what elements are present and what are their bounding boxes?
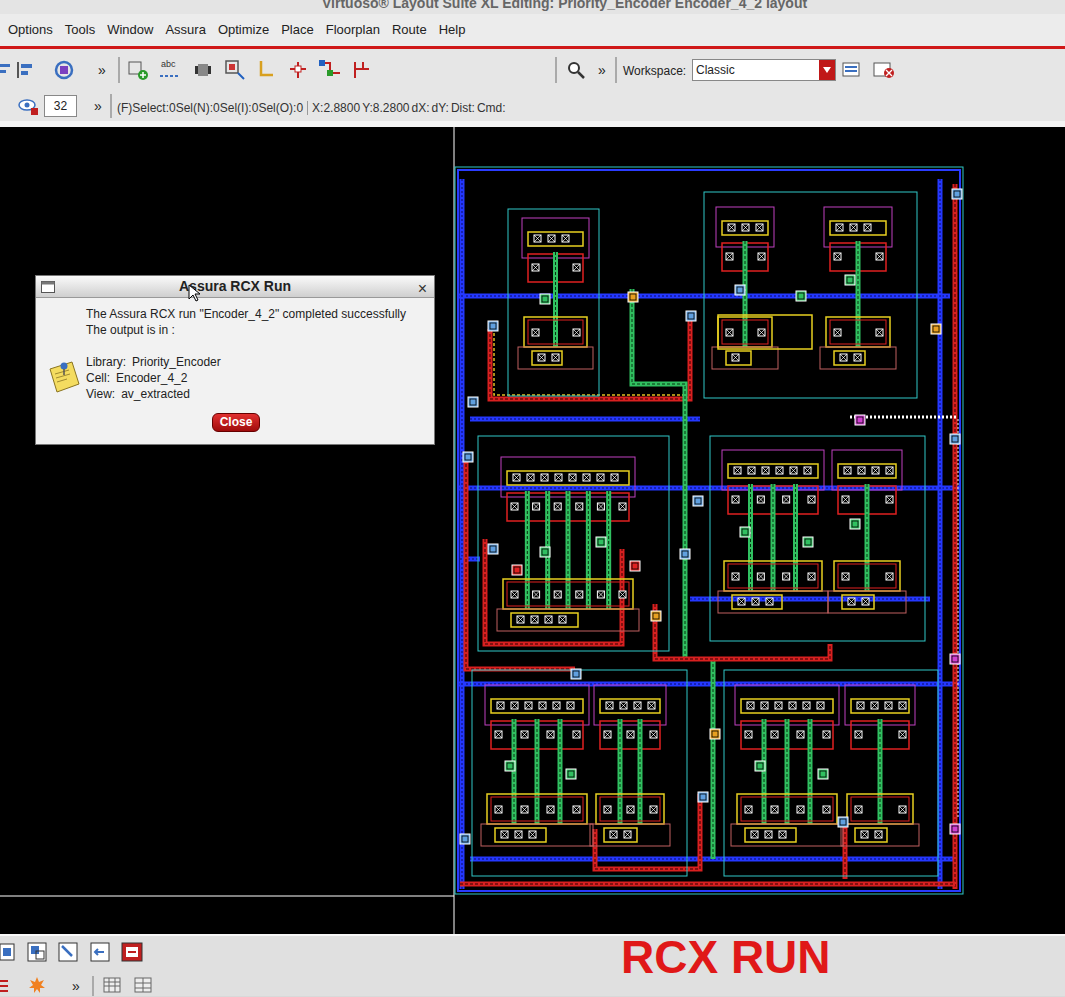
dialog-title: Assura RCX Run [36,276,434,297]
window-title: Virtuoso® Layout Suite XL Editing: Prior… [322,0,1065,10]
distribute-icon[interactable] [16,61,34,79]
output-field: Cell: Encoder_4_2 [86,370,406,386]
selection-count: Sel(N):0 [176,99,220,117]
descend-icon[interactable] [58,942,78,962]
menu-bar: Options Tools Window Assura Optimize Place Flo… [0,14,1065,46]
menu-item[interactable]: Help [438,20,467,40]
message-lines: The Assura RCX run "Encoder_4_2" complet… [86,306,406,338]
coordinate-value: X:2.8800 [312,99,360,117]
wire-icon[interactable] [287,59,309,81]
create-instance-icon[interactable] [127,59,149,81]
selection-status: (F)Select:0Sel(N):0Sel(I):0Sel(O):0 [117,99,303,117]
selection-count: Sel(O):0 [258,99,303,117]
pin-icon[interactable] [192,60,214,80]
mouse-cursor-icon [188,284,200,302]
search-icon[interactable] [567,61,585,79]
coordinate-value: Cmd: [477,99,506,117]
message-line: The Assura RCX run "Encoder_4_2" complet… [86,306,406,322]
menu-item[interactable]: Tools [64,20,96,40]
separator [615,57,617,83]
checklist-icon[interactable] [0,977,10,995]
dialog-body: The Assura RCX run "Encoder_4_2" complet… [36,298,434,444]
field-value: Encoder_4_2 [116,370,187,386]
menu-item[interactable]: Route [391,20,428,40]
status-text: (F)Select:0Sel(N):0Sel(I):0Sel(O):0 X:2.… [117,99,508,117]
separator [118,57,120,83]
output-fields: Library: Priority_Encoder Cell: Encoder_4_2… [86,354,406,402]
overflow-button[interactable]: » [98,60,106,81]
label-underline-icon [160,73,180,79]
router-icon[interactable] [351,59,373,81]
status-toolbar: 32 » (F)Select:0Sel(N):0Sel(I):0Sel(O):0… [0,91,1065,121]
caption-overlay: RCX RUN [621,932,831,982]
field-label: Cell: [86,370,110,386]
hierarchy-icon[interactable] [27,942,47,962]
marker-icon[interactable] [28,976,46,994]
workspace-dropdown[interactable]: Classic [692,59,836,81]
separator [110,94,112,118]
bottom-bar: » RCX RUN [0,934,1065,996]
note-icon [47,359,81,395]
field-value: Priority_Encoder [132,354,221,370]
message-line: The output is in : [86,322,406,338]
tool-icon[interactable] [0,942,16,962]
title-bar: Virtuoso® Layout Suite XL Editing: Prior… [0,0,1065,14]
layout-canvas[interactable]: Assura RCX Run × The Assura RCX run "Enc… [0,127,1065,934]
label-icon[interactable]: abc [161,58,176,72]
workspace-label: Workspace: [623,62,686,80]
grid-icon[interactable] [103,977,121,993]
align-icon[interactable] [0,62,12,78]
return-icon[interactable] [90,942,110,962]
coordinate-value: dX: [412,99,430,117]
menu-item[interactable]: Options [7,20,54,40]
menu-item[interactable]: Floorplan [325,20,381,40]
save-workspace-icon[interactable] [842,61,862,79]
close-icon[interactable]: × [418,277,427,301]
rcx-dialog: Assura RCX Run × The Assura RCX run "Enc… [35,275,435,445]
zoom-field[interactable]: 32 [44,95,77,117]
selection-count: Sel(I):0 [220,99,259,117]
dropdown-arrow-icon[interactable] [819,60,835,80]
delete-workspace-icon[interactable] [873,61,895,79]
menu-item[interactable]: Assura [164,20,206,40]
output-field: View: av_extracted [86,386,406,402]
separator [555,57,557,83]
path-icon[interactable] [257,59,277,81]
overflow-button[interactable]: » [598,60,606,81]
coordinate-value: Dist: [451,99,475,117]
field-label: View: [86,386,115,402]
close-button[interactable]: Close [212,413,260,432]
coordinate-value: dY: [432,99,449,117]
workspace-value: Classic [693,61,819,79]
selection-count: (F)Select:0 [117,99,176,117]
coordinate-status: X:2.8800Y:8.2800dX:dY:Dist:Cmd: [312,99,507,117]
refresh-icon[interactable] [54,60,74,80]
separator [92,976,94,996]
overflow-button[interactable]: » [72,976,80,997]
dialog-title-bar[interactable]: Assura RCX Run × [36,276,434,298]
table-icon[interactable] [134,977,152,993]
edit-in-place-icon[interactable] [121,942,143,962]
output-field: Library: Priority_Encoder [86,354,406,370]
window-menu-icon[interactable] [41,281,55,293]
field-value: av_extracted [121,386,190,402]
separator [307,101,308,115]
coordinate-value: Y:8.2800 [362,99,409,117]
layout-drawing[interactable] [0,127,1065,934]
menu-item[interactable]: Window [106,20,154,40]
toolbar: » abc » Workspace: Classic [0,49,1065,91]
route-icon[interactable] [318,59,342,81]
overflow-button[interactable]: » [94,96,102,117]
menu-item[interactable]: Place [280,20,315,40]
via-icon[interactable] [224,59,246,81]
visibility-icon[interactable] [17,96,39,116]
menu-item[interactable]: Optimize [217,20,270,40]
field-label: Library: [86,354,126,370]
